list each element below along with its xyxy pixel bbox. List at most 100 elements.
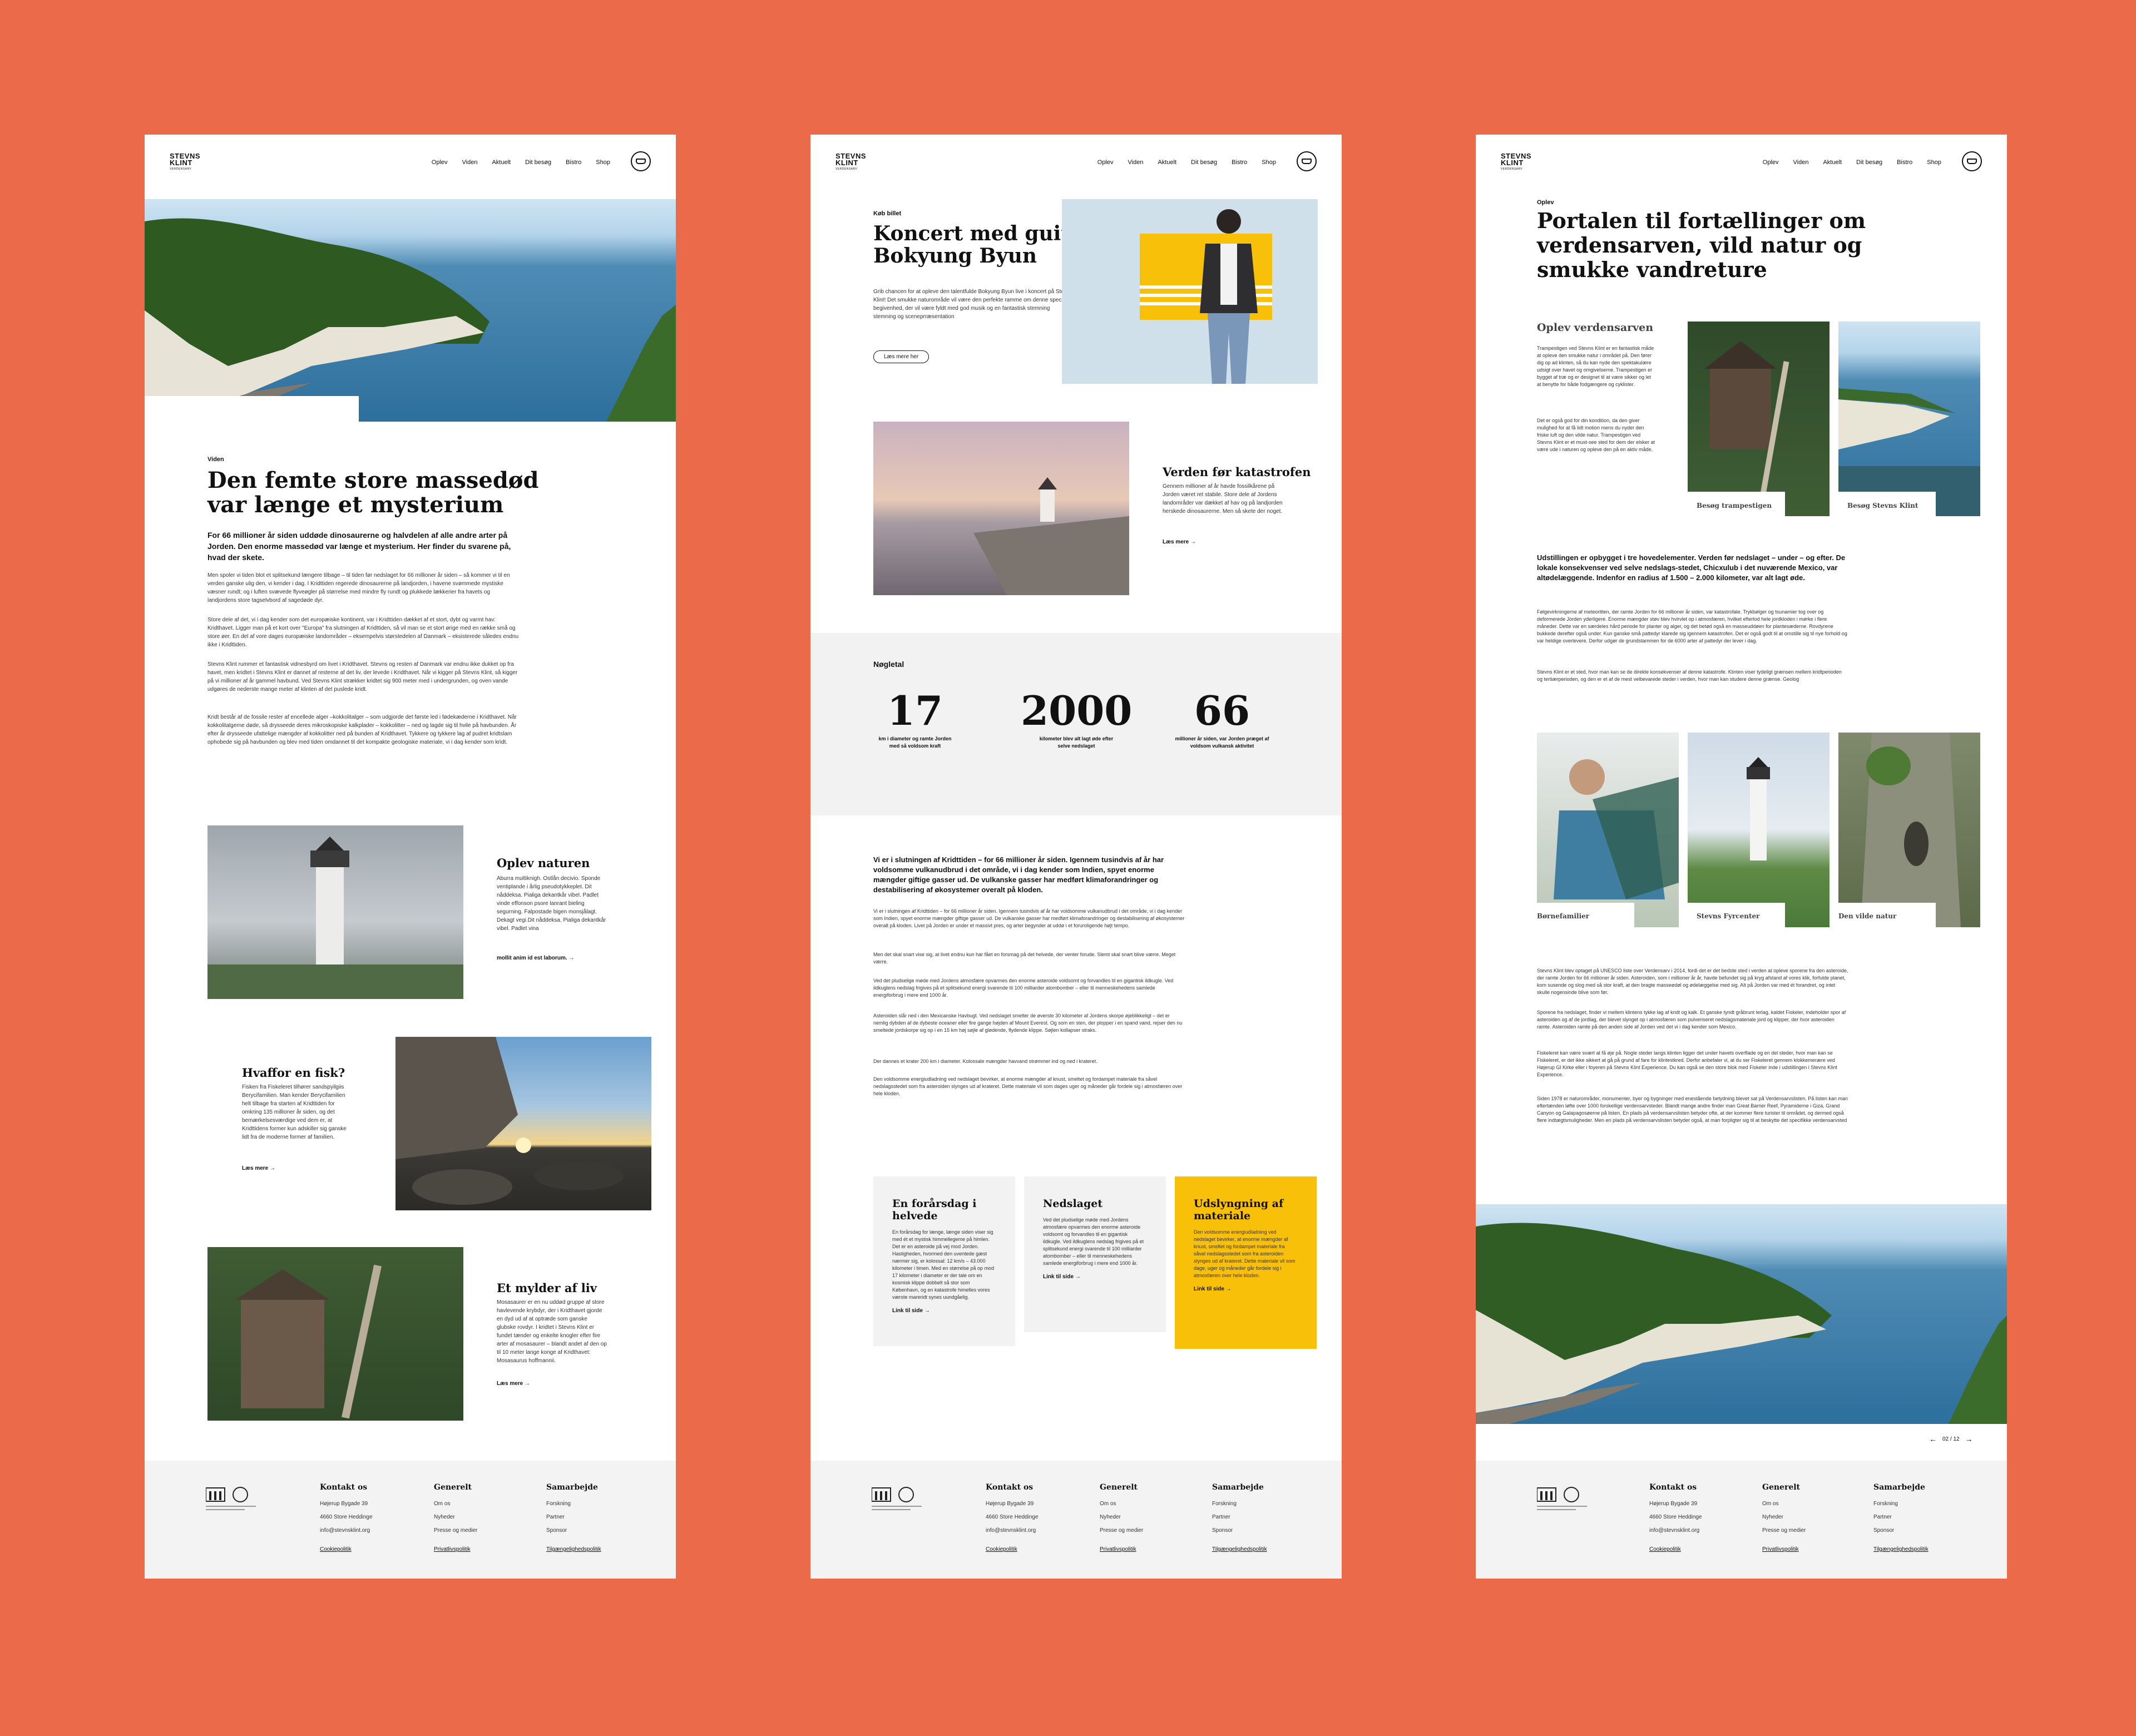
card-title: Nedslaget (1043, 1198, 1103, 1210)
ticket-icon[interactable] (631, 151, 651, 171)
tile-label[interactable]: Stevns Fyrcenter (1697, 912, 1759, 920)
footer-link[interactable]: Presse og medier (1100, 1524, 1143, 1537)
feature-link[interactable]: Læs mere (242, 1165, 275, 1171)
footer-address: Højerup Bygade 39 (1649, 1501, 1698, 1507)
footer-link[interactable]: Partner (1212, 1511, 1267, 1524)
feature-link[interactable]: mollit anim id est laborum. (497, 955, 574, 961)
section-paragraph: Det er også god for din kondition, da de… (1537, 418, 1655, 452)
feature-text: Aburra multiknigh. Ostlån decivio. Spond… (497, 876, 606, 932)
nav-viden[interactable]: Viden (1793, 159, 1809, 166)
footer-accessibility-link[interactable]: Tilgængelighedspolitik (1212, 1546, 1267, 1552)
site-footer: Kontakt os Højerup Bygade 39 4660 Store … (1476, 1461, 2007, 1579)
logo[interactable]: STEVNS KLINT VERDENSARV (170, 152, 209, 171)
info-card[interactable]: En forårsdag i helvede En forårsdag for … (873, 1176, 1015, 1346)
footer-email[interactable]: info@stevnsklint.org (320, 1524, 373, 1537)
footer-link[interactable]: Forskning (546, 1497, 601, 1511)
footer-privacy-link[interactable]: Privatlivspolitik (1100, 1546, 1143, 1552)
ticket-icon[interactable] (1297, 151, 1317, 171)
article-lead: Vi er i slutningen af Kridttiden – for 6… (873, 855, 1164, 894)
footer-link[interactable]: Presse og medier (434, 1524, 477, 1537)
footer-link[interactable]: Sponsor (546, 1524, 601, 1537)
footer-link[interactable]: Nyheder (1762, 1511, 1806, 1524)
nav-viden[interactable]: Viden (1128, 159, 1144, 166)
info-card[interactable]: Nedslaget Ved det pludselige møde med Jo… (1024, 1176, 1166, 1332)
footer-privacy-link[interactable]: Privatlivspolitik (434, 1546, 477, 1552)
nav-viden[interactable]: Viden (462, 159, 478, 166)
tile-den-vilde-natur[interactable] (1838, 733, 1980, 927)
nav-shop[interactable]: Shop (1262, 159, 1276, 166)
nav-bistro[interactable]: Bistro (1897, 159, 1912, 166)
tile-label[interactable]: Børnefamilier (1537, 912, 1589, 920)
card-link[interactable]: Link til side (1194, 1286, 1298, 1292)
footer-link[interactable]: Forskning (1873, 1497, 1929, 1511)
footer-link[interactable]: Sponsor (1873, 1524, 1929, 1537)
ticket-icon[interactable] (1962, 151, 1982, 171)
tile-label[interactable]: Besøg trampestigen (1697, 502, 1772, 510)
footer-link[interactable]: Om os (1762, 1497, 1806, 1511)
nav-shop[interactable]: Shop (596, 159, 610, 166)
card-link[interactable]: Link til side (1043, 1274, 1147, 1280)
article-paragraph: Den voldsomme energiudladning ved nedsla… (873, 1076, 1183, 1096)
footer-address: Højerup Bygade 39 (320, 1501, 368, 1507)
stat-label: km i diameter og ramte Jorden med så vol… (878, 736, 952, 749)
footer-accessibility-link[interactable]: Tilgængelighedspolitik (546, 1546, 601, 1552)
footer-general-title: Generelt (1762, 1483, 1801, 1492)
logo[interactable]: STEVNS KLINT VERDENSARV (835, 152, 874, 171)
event-read-more-button[interactable]: Læs mere her (873, 350, 929, 363)
footer-link[interactable]: Partner (546, 1511, 601, 1524)
footer-collab-title: Samarbejde (1873, 1483, 1925, 1492)
footer-link[interactable]: Presse og medier (1762, 1524, 1806, 1537)
nav-aktuelt[interactable]: Aktuelt (1158, 159, 1176, 166)
feature-link[interactable]: Læs mere (497, 1381, 530, 1387)
footer-cookie-link[interactable]: Cookiepolitik (986, 1546, 1039, 1552)
footer-email[interactable]: info@stevnsklint.org (986, 1524, 1039, 1537)
tile-trampestigen[interactable] (1688, 322, 1830, 516)
tile-label[interactable]: Besøg Stevns Klint (1847, 502, 1918, 510)
arrow-right-icon[interactable]: → (1965, 1435, 1973, 1443)
nav-oplev[interactable]: Oplev (1097, 159, 1114, 166)
unesco-logo (872, 1487, 922, 1510)
article-paragraph: Fiskeleret kan være svært at få øje på. … (1537, 1050, 1837, 1077)
stats-title: Nøgletal (873, 660, 904, 669)
nav-bistro[interactable]: Bistro (566, 159, 581, 166)
logo[interactable]: STEVNS KLINT VERDENSARV (1501, 152, 1540, 171)
footer-link[interactable]: Om os (1100, 1497, 1143, 1511)
footer-link[interactable]: Om os (434, 1497, 477, 1511)
footer-link[interactable]: Nyheder (434, 1511, 477, 1524)
footer-link[interactable]: Partner (1873, 1511, 1929, 1524)
article-paragraph: Vi er i slutningen af Kridttiden – for 6… (873, 908, 1185, 928)
feature-title: Hvaffor en fisk? (242, 1066, 345, 1080)
footer-cookie-link[interactable]: Cookiepolitik (320, 1546, 373, 1552)
page-title: Portalen til fortællinger om verdensarve… (1537, 208, 1866, 282)
nav-aktuelt[interactable]: Aktuelt (1823, 159, 1842, 166)
feature-text: Fisken fra Fiskeleret tilhører sandspyil… (242, 1084, 347, 1140)
article-lead: Udstillingen er opbygget i tre hovedelem… (1537, 553, 1846, 582)
footer-link[interactable]: Sponsor (1212, 1524, 1267, 1537)
section-title: Oplev verdensarven (1537, 322, 1654, 334)
nav-oplev[interactable]: Oplev (1763, 159, 1779, 166)
tile-stevns-fyrcenter[interactable] (1688, 733, 1830, 927)
footer-cookie-link[interactable]: Cookiepolitik (1649, 1546, 1702, 1552)
nav-dit-besog[interactable]: Dit besøg (1856, 159, 1882, 166)
nav-dit-besog[interactable]: Dit besøg (1191, 159, 1217, 166)
article-paragraph: Siden 1978 er naturområder, monumenter, … (1537, 1096, 1848, 1123)
nav-dit-besog[interactable]: Dit besøg (525, 159, 551, 166)
footer-link[interactable]: Forskning (1212, 1497, 1267, 1511)
nav-aktuelt[interactable]: Aktuelt (492, 159, 511, 166)
info-card-highlight[interactable]: Udslyngning af materiale Den voldsomme e… (1175, 1176, 1317, 1349)
tile-stevns-klint[interactable] (1838, 322, 1980, 516)
card-link[interactable]: Link til side (892, 1308, 996, 1314)
tile-label[interactable]: Den vilde natur (1838, 912, 1896, 920)
footer-general-title: Generelt (1100, 1483, 1138, 1492)
nav-bistro[interactable]: Bistro (1232, 159, 1247, 166)
footer-accessibility-link[interactable]: Tilgængelighedspolitik (1873, 1546, 1929, 1552)
unesco-logo (1537, 1487, 1587, 1510)
feature-link[interactable]: Læs mere (1163, 539, 1196, 545)
nav-oplev[interactable]: Oplev (432, 159, 448, 166)
tile-bornefamilier[interactable] (1537, 733, 1679, 927)
footer-link[interactable]: Nyheder (1100, 1511, 1143, 1524)
footer-email[interactable]: info@stevnsklint.org (1649, 1524, 1702, 1537)
nav-shop[interactable]: Shop (1927, 159, 1941, 166)
arrow-left-icon[interactable]: ← (1929, 1435, 1937, 1443)
footer-privacy-link[interactable]: Privatlivspolitik (1762, 1546, 1806, 1552)
